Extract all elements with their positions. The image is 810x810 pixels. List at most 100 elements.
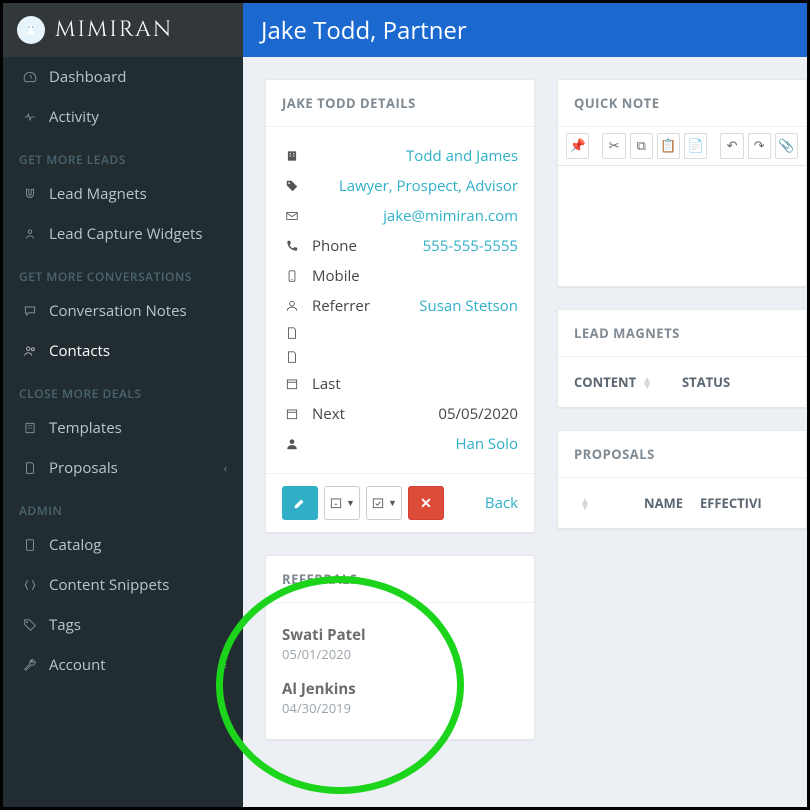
chevron-left-icon: ‹ <box>224 658 227 673</box>
mascot-icon <box>17 16 45 44</box>
mobile-row: Mobile <box>282 261 518 291</box>
delete-button[interactable]: ✕ <box>408 486 444 520</box>
document-icon <box>19 461 41 475</box>
user-icon <box>282 299 302 313</box>
quick-note-card: QUICK NOTE 📌 ✂ ⧉ 📋 📄 ↶ ↷ 📎 <box>557 79 807 287</box>
next-row: Next 05/05/2020 <box>282 399 518 429</box>
tags-row: Lawyer, Prospect, Advisor <box>282 171 518 201</box>
paste-icon[interactable]: 📋 <box>657 133 680 159</box>
person-icon <box>19 227 41 241</box>
mobile-label: Mobile <box>312 266 360 286</box>
sidebar-item-contacts[interactable]: Contacts <box>3 331 243 371</box>
proposals-header: PROPOSALS <box>558 431 806 478</box>
more-icon[interactable]: 📎 <box>775 133 798 159</box>
next-date: 05/05/2020 <box>438 404 518 424</box>
gauge-icon <box>19 70 41 84</box>
brand-name: MIMIRAN <box>55 16 173 45</box>
sidebar-item-content-snippets[interactable]: Content Snippets <box>3 565 243 605</box>
sidebar-item-dashboard[interactable]: Dashboard <box>3 57 243 97</box>
chat-icon <box>19 304 41 318</box>
phone-row: Phone 555-555-5555 <box>282 231 518 261</box>
tag-link[interactable]: Advisor <box>466 176 518 196</box>
tags-list[interactable]: Lawyer, Prospect, Advisor <box>339 176 518 196</box>
undo-icon[interactable]: ↶ <box>720 133 743 159</box>
cut-icon[interactable]: ✂ <box>602 133 625 159</box>
sidebar-item-label: Catalog <box>49 535 101 555</box>
phone-label: Phone <box>312 236 357 256</box>
p-col-name[interactable]: NAME <box>644 494 700 512</box>
quick-note-header: QUICK NOTE <box>558 80 806 127</box>
sidebar-item-tags[interactable]: Tags <box>3 605 243 645</box>
template-icon <box>19 421 41 435</box>
details-card: JAKE TODD DETAILS Todd and James Lawyer,… <box>265 79 535 533</box>
sidebar-item-catalog[interactable]: Catalog <box>3 525 243 565</box>
brand-logo[interactable]: MIMIRAN <box>3 3 243 57</box>
sidebar-item-lead-capture-widgets[interactable]: Lead Capture Widgets <box>3 214 243 254</box>
sidebar-item-label: Lead Magnets <box>49 184 147 204</box>
tablet-icon <box>19 538 41 552</box>
sidebar-item-lead-magnets[interactable]: Lead Magnets <box>3 174 243 214</box>
referrer-link[interactable]: Susan Stetson <box>419 296 518 316</box>
next-label: Next <box>312 404 345 424</box>
sidebar-item-activity[interactable]: Activity <box>3 97 243 137</box>
email-link[interactable]: jake@mimiran.com <box>383 206 518 226</box>
referrer-label: Referrer <box>312 296 370 316</box>
sidebar-item-label: Tags <box>49 615 81 635</box>
back-link[interactable]: Back <box>485 493 518 513</box>
lead-magnets-header: LEAD MAGNETS <box>558 310 806 357</box>
page-title: Jake Todd, Partner <box>261 14 467 47</box>
calendar-icon <box>282 377 302 391</box>
last-row: Last <box>282 369 518 399</box>
sidebar-item-conversation-notes[interactable]: Conversation Notes <box>3 291 243 331</box>
calendar-icon <box>282 407 302 421</box>
tag-link[interactable]: Lawyer <box>339 176 389 196</box>
schedule-check-button[interactable]: ▼ <box>366 486 402 520</box>
lm-col-content[interactable]: CONTENT▲▼ <box>574 373 682 391</box>
referral-item[interactable]: Al Jenkins04/30/2019 <box>282 671 518 725</box>
document-icon <box>282 326 302 340</box>
referral-date: 04/30/2019 <box>282 699 518 717</box>
sidebar-item-label: Contacts <box>49 341 110 361</box>
email-row: jake@mimiran.com <box>282 201 518 231</box>
tag-link[interactable]: Prospect <box>397 176 458 196</box>
company-link[interactable]: Todd and James <box>406 146 518 166</box>
sidebar-section-header: CLOSE MORE DEALS <box>3 371 243 408</box>
schedule-add-button[interactable]: +▼ <box>324 486 360 520</box>
doc-row-2 <box>282 345 518 369</box>
paste-text-icon[interactable]: 📄 <box>684 133 707 159</box>
sidebar-section-header: GET MORE LEADS <box>3 137 243 174</box>
doc-row-1 <box>282 321 518 345</box>
owner-link[interactable]: Han Solo <box>455 434 518 454</box>
sidebar-item-proposals[interactable]: Proposals‹ <box>3 448 243 488</box>
last-label: Last <box>312 374 341 394</box>
magnet-icon <box>19 187 41 201</box>
p-col-effective[interactable]: EFFECTIVI <box>700 494 790 512</box>
sidebar-item-account[interactable]: Account ‹ <box>3 645 243 685</box>
tag-icon <box>19 618 41 632</box>
sidebar-item-label: Proposals <box>49 458 118 478</box>
copy-icon[interactable]: ⧉ <box>630 133 653 159</box>
user-solid-icon <box>282 437 302 451</box>
referral-item[interactable]: Swati Patel05/01/2020 <box>282 617 518 671</box>
pin-icon[interactable]: 📌 <box>566 133 589 159</box>
edit-button[interactable] <box>282 486 318 520</box>
referrer-row: Referrer Susan Stetson <box>282 291 518 321</box>
phone-icon <box>282 239 302 253</box>
svg-text:+: + <box>334 502 338 508</box>
referral-date: 05/01/2020 <box>282 645 518 663</box>
phone-value[interactable]: 555-555-5555 <box>423 236 518 256</box>
redo-icon[interactable]: ↷ <box>748 133 771 159</box>
sidebar-item-templates[interactable]: Templates <box>3 408 243 448</box>
sidebar-item-label: Account <box>49 655 106 675</box>
sidebar-item-label: Conversation Notes <box>49 301 187 321</box>
sidebar-item-label: Content Snippets <box>49 575 169 595</box>
snippet-icon <box>19 578 41 592</box>
owner-row: Han Solo <box>282 429 518 459</box>
sidebar-item-label: Templates <box>49 418 122 438</box>
p-col-blank[interactable]: ▲▼ <box>574 494 644 512</box>
quick-note-editor[interactable] <box>558 166 806 286</box>
referrals-card: REFERRALS Swati Patel05/01/2020Al Jenkin… <box>265 555 535 740</box>
lm-col-status[interactable]: STATUS <box>682 373 790 391</box>
rich-text-toolbar: 📌 ✂ ⧉ 📋 📄 ↶ ↷ 📎 <box>558 127 806 166</box>
heartbeat-icon <box>19 110 41 124</box>
